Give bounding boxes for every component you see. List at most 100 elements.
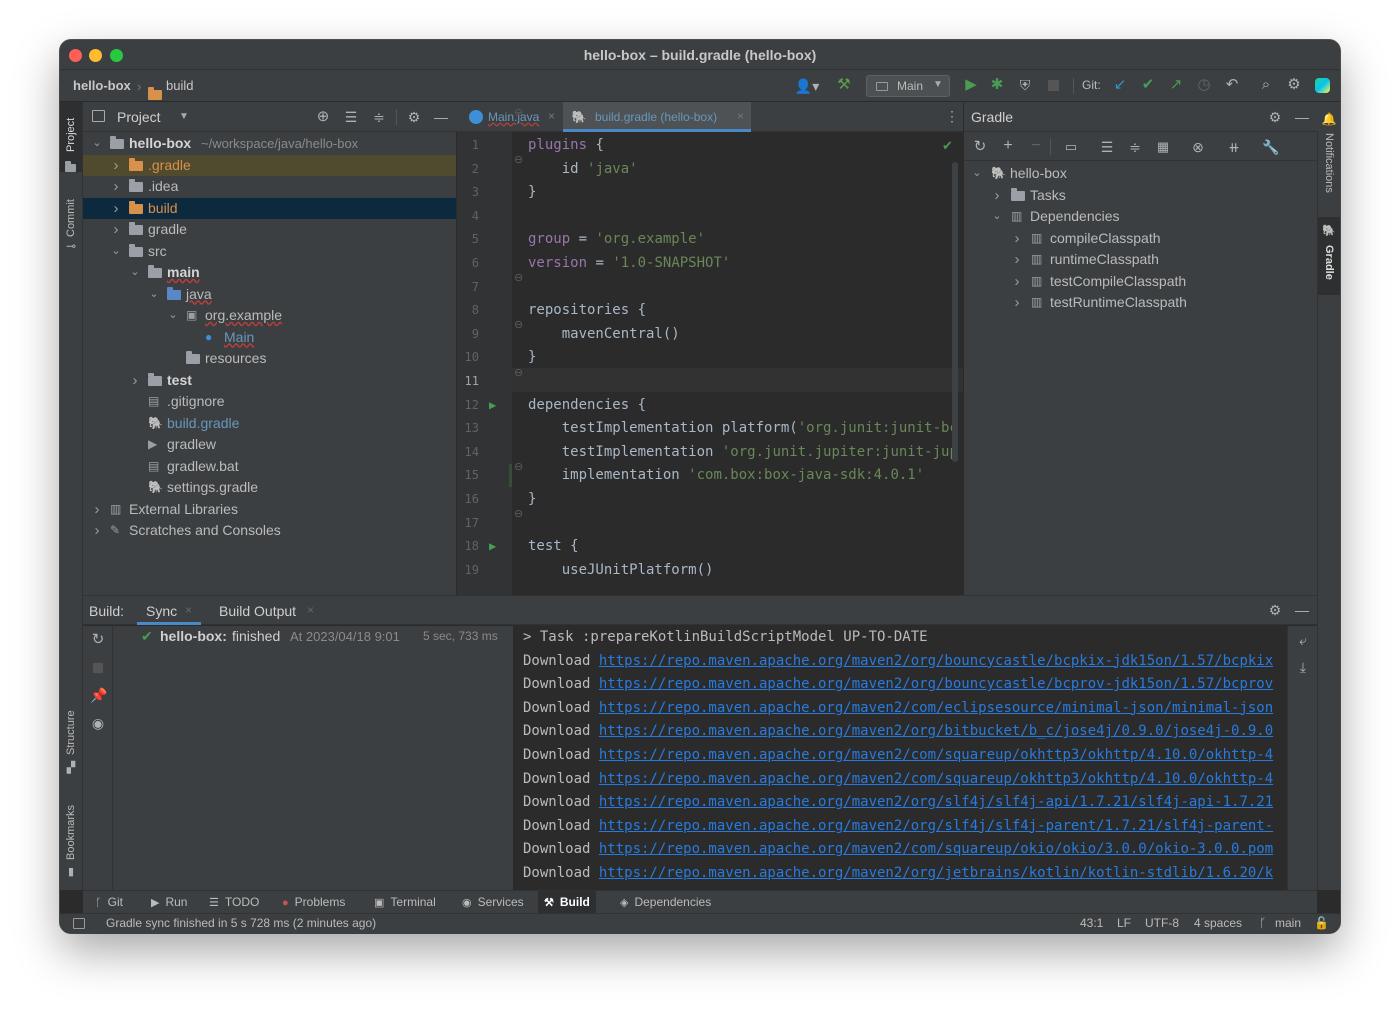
- eye-icon[interactable]: ◉: [90, 715, 106, 731]
- project-tree-item[interactable]: ⌄ main: [83, 262, 456, 283]
- chevron-right-icon[interactable]: ›: [110, 155, 122, 176]
- fold-marker-icon[interactable]: ⊖: [514, 318, 523, 331]
- tool-button-git[interactable]: ᚴ Git: [89, 891, 129, 913]
- project-tree-item[interactable]: › build: [83, 197, 456, 219]
- build-console[interactable]: > Task :prepareKotlinBuildScriptModel UP…: [513, 626, 1287, 891]
- build-result-row[interactable]: ✔ hello-box: finished At 2023/04/18 9:01…: [113, 626, 513, 647]
- notifications-tool-button[interactable]: 🔔 Notifications: [1318, 107, 1340, 212]
- gradle-tree-item[interactable]: › ▥ testCompileClasspath: [964, 271, 1318, 292]
- git-commit-icon[interactable]: ✔: [1140, 77, 1156, 93]
- project-tree-item[interactable]: ⌄ hello-box ~/workspace/java/hello-box: [83, 133, 456, 154]
- project-tree-item[interactable]: › gradle: [83, 219, 456, 240]
- tool-button-dependencies[interactable]: ◈ Dependencies: [614, 891, 717, 913]
- remove-icon[interactable]: −: [1028, 138, 1044, 154]
- run-gutter-icon[interactable]: ▶: [489, 398, 496, 412]
- offline-mode-icon[interactable]: ⊗: [1190, 139, 1206, 155]
- chevron-right-icon[interactable]: ›: [991, 185, 1003, 206]
- project-tree-item[interactable]: › ✎ Scratches and Consoles: [83, 520, 456, 541]
- tool-button-services[interactable]: ◉ Services: [456, 891, 530, 913]
- gradle-tool-button[interactable]: 🐘 Gradle: [1318, 217, 1340, 295]
- toggle-tool-windows-icon[interactable]: [73, 918, 85, 929]
- chevron-right-icon[interactable]: ›: [91, 520, 103, 541]
- tab-build-gradle[interactable]: 🐘 build.gradle (hello-box) ×: [563, 102, 751, 132]
- reload-icon[interactable]: ↻: [90, 632, 106, 648]
- vertical-scrollbar[interactable]: [952, 162, 958, 462]
- rollback-icon[interactable]: ↶: [1224, 77, 1240, 93]
- download-link[interactable]: https://repo.maven.apache.org/maven2/org…: [599, 723, 1273, 739]
- download-link[interactable]: https://repo.maven.apache.org/maven2/org…: [599, 818, 1273, 834]
- tool-button-build[interactable]: ⚒ Build: [538, 891, 596, 913]
- chevron-down-icon[interactable]: ⌄: [110, 241, 122, 262]
- download-link[interactable]: https://repo.maven.apache.org/maven2/com…: [599, 700, 1273, 716]
- coverage-icon[interactable]: ⛨: [1016, 77, 1034, 93]
- fold-marker-icon[interactable]: ⊖: [514, 366, 523, 379]
- close-window-button[interactable]: [69, 49, 82, 62]
- chevron-down-icon[interactable]: ▼: [179, 102, 189, 132]
- gradle-tree-item[interactable]: › ▥ runtimeClasspath: [964, 249, 1318, 270]
- reload-icon[interactable]: ↻: [972, 139, 988, 155]
- history-icon[interactable]: ◷: [1196, 77, 1212, 93]
- close-tab-icon[interactable]: ×: [548, 109, 555, 123]
- project-tree-item[interactable]: › ▥ External Libraries: [83, 499, 456, 520]
- project-tree-item[interactable]: ⌄ java: [83, 284, 456, 305]
- project-tree-item[interactable]: 🐘 build.gradle: [83, 413, 456, 434]
- breadcrumb-folder[interactable]: build: [166, 78, 193, 93]
- git-update-icon[interactable]: ↙: [1112, 77, 1128, 93]
- expand-all-icon[interactable]: ☰: [1099, 139, 1115, 155]
- gradle-tree-item[interactable]: ⌄ ▥ Dependencies: [964, 206, 1318, 227]
- chevron-down-icon[interactable]: ⌄: [991, 206, 1003, 227]
- expand-all-icon[interactable]: ☰: [343, 109, 359, 125]
- lock-icon[interactable]: 🔓: [1314, 914, 1329, 933]
- fold-marker-icon[interactable]: ⊖: [514, 460, 523, 473]
- hide-panel-icon[interactable]: —: [433, 109, 449, 125]
- project-tree-item[interactable]: › .gradle: [83, 154, 456, 176]
- tool-button-problems[interactable]: ● Problems: [276, 891, 351, 913]
- debug-icon[interactable]: ✱: [988, 77, 1006, 93]
- zoom-window-button[interactable]: [110, 49, 123, 62]
- gradle-tree-item[interactable]: › Tasks: [964, 185, 1318, 206]
- chevron-down-icon[interactable]: ⌄: [148, 284, 160, 305]
- git-push-icon[interactable]: ↗: [1168, 77, 1184, 93]
- gradle-tree-item[interactable]: ⌄ 🐘 hello-box: [964, 163, 1318, 184]
- download-link[interactable]: https://repo.maven.apache.org/maven2/org…: [599, 865, 1273, 881]
- project-tree-item[interactable]: ● Main: [83, 327, 456, 348]
- line-separator[interactable]: LF: [1117, 914, 1131, 933]
- search-icon[interactable]: ⌕: [1258, 77, 1274, 93]
- project-tree-item[interactable]: ⌄ src: [83, 241, 456, 262]
- project-tree-item[interactable]: ⌄ ▣ org.example: [83, 305, 456, 326]
- project-tool-button[interactable]: Project: [60, 102, 82, 172]
- chevron-right-icon[interactable]: ›: [1011, 228, 1023, 249]
- close-tab-icon[interactable]: ×: [307, 603, 314, 617]
- add-icon[interactable]: +: [1000, 138, 1016, 154]
- stop-icon[interactable]: [1048, 80, 1059, 91]
- minimize-window-button[interactable]: [89, 49, 102, 62]
- toggle-skip-tests-icon[interactable]: ⧺: [1226, 139, 1242, 155]
- locate-icon[interactable]: ⊕: [315, 109, 331, 125]
- gear-icon[interactable]: ⚙: [406, 109, 422, 125]
- project-tree-item[interactable]: › .idea: [83, 176, 456, 197]
- collapse-all-icon[interactable]: ≑: [1127, 139, 1143, 155]
- chevron-right-icon[interactable]: ›: [110, 219, 122, 240]
- gradle-tree-item[interactable]: › ▥ testRuntimeClasspath: [964, 292, 1318, 313]
- settings-gear-icon[interactable]: ⚙: [1286, 77, 1302, 93]
- tab-build-output[interactable]: Build Output ×: [211, 596, 331, 625]
- caret-position[interactable]: 43:1: [1080, 914, 1103, 933]
- fold-marker-icon[interactable]: ⊖: [514, 507, 523, 520]
- pin-icon[interactable]: 📌: [90, 687, 107, 703]
- project-panel-title[interactable]: Project: [117, 102, 161, 132]
- scroll-to-end-icon[interactable]: ⤓: [1295, 659, 1311, 675]
- file-encoding[interactable]: UTF-8: [1145, 914, 1179, 933]
- stop-icon[interactable]: [93, 663, 103, 673]
- bookmarks-tool-button[interactable]: Bookmarks ▮: [60, 792, 82, 882]
- inspection-ok-icon[interactable]: ✔: [942, 138, 953, 154]
- execute-task-icon[interactable]: ▭: [1063, 139, 1079, 155]
- soft-wrap-icon[interactable]: ⤶: [1295, 632, 1311, 648]
- chevron-right-icon[interactable]: ›: [1011, 249, 1023, 270]
- run-icon[interactable]: ▶: [962, 77, 980, 93]
- commit-tool-button[interactable]: Commit ⊸: [60, 182, 82, 253]
- fold-marker-icon[interactable]: ⊖: [514, 271, 523, 284]
- chevron-right-icon[interactable]: ›: [1011, 271, 1023, 292]
- download-link[interactable]: https://repo.maven.apache.org/maven2/com…: [599, 841, 1273, 857]
- fold-marker-icon[interactable]: ⊖: [514, 106, 523, 119]
- hide-panel-icon[interactable]: —: [1294, 602, 1310, 618]
